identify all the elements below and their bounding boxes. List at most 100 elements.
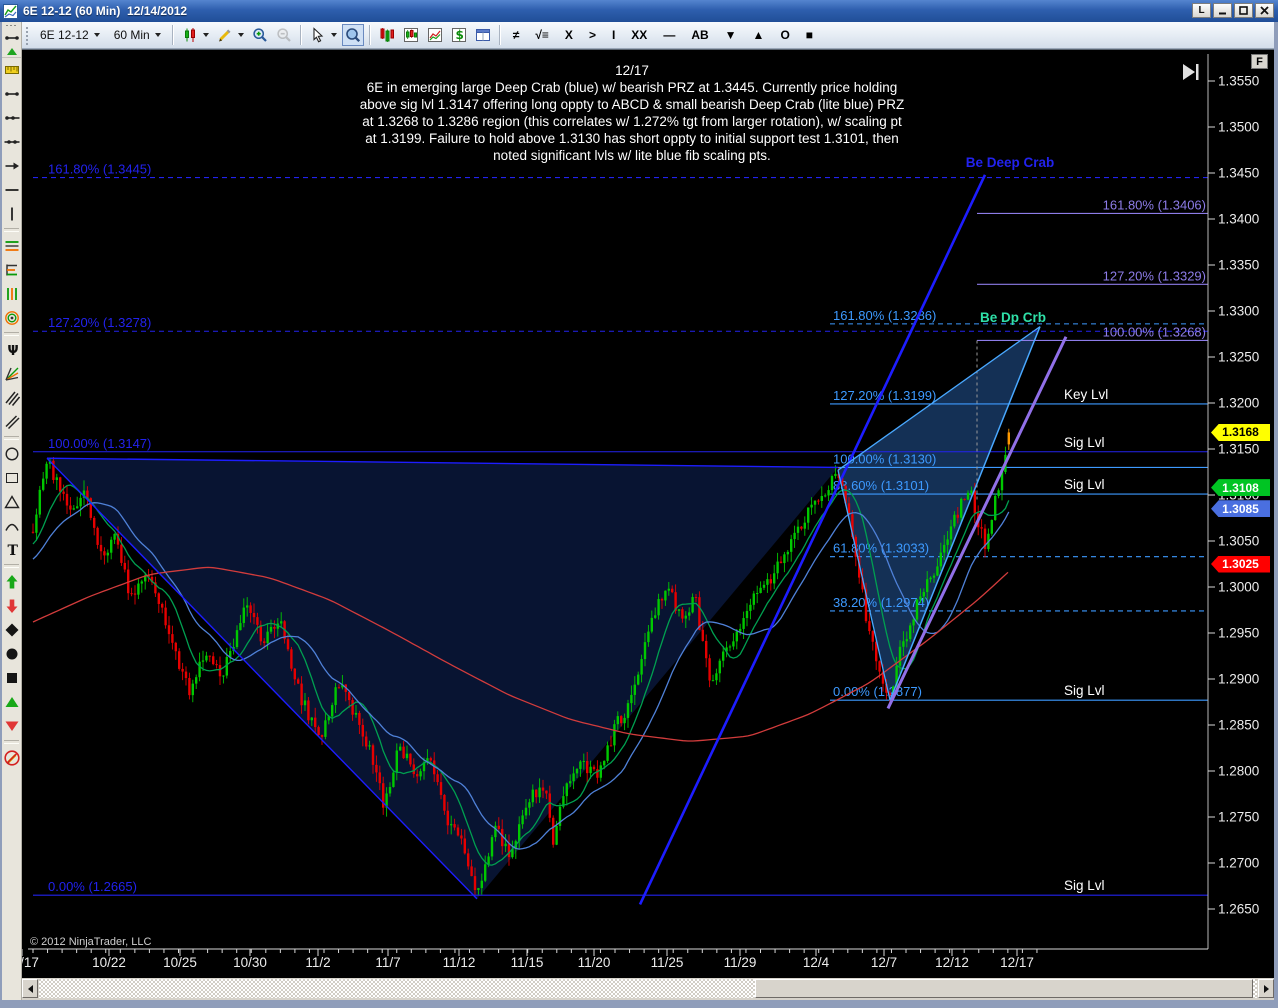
toolbar-separator bbox=[369, 25, 371, 45]
pattern-tool-button-11[interactable]: O bbox=[780, 28, 789, 42]
cursor-button[interactable] bbox=[307, 24, 340, 46]
pattern-tool-button-8[interactable]: AB bbox=[691, 28, 708, 42]
scrollbar-thumb[interactable] bbox=[755, 979, 1253, 998]
candle-body bbox=[814, 501, 816, 505]
pattern-tool-button-6[interactable]: XX bbox=[631, 28, 647, 42]
toolbox-scroll-up-icon[interactable] bbox=[7, 48, 17, 55]
candle-body bbox=[912, 620, 914, 626]
arrow-down-marker-tool[interactable] bbox=[2, 594, 21, 618]
toolbar-grip[interactable] bbox=[24, 25, 29, 45]
text-tool[interactable]: T bbox=[2, 538, 21, 562]
extended-line-tool[interactable] bbox=[2, 130, 21, 154]
candle-body bbox=[212, 656, 214, 664]
time-axis-label: 12/12 bbox=[935, 955, 969, 970]
crosshair-button[interactable] bbox=[342, 24, 364, 46]
candle-body bbox=[800, 527, 802, 529]
title-bar[interactable]: 6E 12-12 (60 Min) 12/14/2012 L bbox=[0, 0, 1278, 22]
remove-drawing-tool[interactable] bbox=[2, 746, 21, 770]
zoom-out-button[interactable] bbox=[273, 24, 295, 46]
candle-body bbox=[804, 523, 806, 529]
scroll-right-button[interactable] bbox=[1258, 979, 1274, 998]
regression-channel-tool[interactable] bbox=[2, 386, 21, 410]
text-icon: T bbox=[4, 542, 20, 558]
chart-region[interactable]: 161.80% (1.3445)127.20% (1.3278)100.00% … bbox=[22, 49, 1274, 979]
diamond-marker-tool[interactable] bbox=[2, 618, 21, 642]
triangle-up-icon bbox=[4, 694, 20, 710]
horizontal-scrollbar[interactable] bbox=[22, 978, 1274, 1000]
rectangle-icon bbox=[4, 470, 20, 486]
ray-tool[interactable] bbox=[2, 106, 21, 130]
pattern-tool-button-3[interactable]: X bbox=[565, 28, 573, 42]
candle-body bbox=[919, 596, 921, 599]
close-button[interactable] bbox=[1255, 3, 1274, 18]
triangle-down-marker-tool[interactable] bbox=[2, 714, 21, 738]
candle-body bbox=[253, 613, 255, 617]
triangle-up-marker-tool[interactable] bbox=[2, 690, 21, 714]
account-data-button[interactable]: $ bbox=[448, 24, 470, 46]
pattern-tool-button-7[interactable]: — bbox=[663, 28, 675, 42]
candle-body bbox=[260, 625, 262, 642]
scroll-left-button[interactable] bbox=[22, 979, 38, 998]
fibonacci-time-tool[interactable] bbox=[2, 282, 21, 306]
candle-body bbox=[110, 540, 112, 553]
fibonacci-circle-tool[interactable] bbox=[2, 306, 21, 330]
candle-body bbox=[770, 579, 772, 583]
chart-style-button[interactable] bbox=[179, 24, 212, 46]
candle-body bbox=[773, 573, 775, 583]
bars-red-green-icon bbox=[379, 27, 395, 43]
candle-body bbox=[586, 761, 588, 773]
triangle-tool[interactable] bbox=[2, 490, 21, 514]
price-chart[interactable]: 161.80% (1.3445)127.20% (1.3278)100.00% … bbox=[22, 50, 1274, 979]
market-analyzer-button[interactable] bbox=[376, 24, 398, 46]
candle-body bbox=[763, 585, 765, 588]
data-panel-button[interactable] bbox=[472, 24, 494, 46]
line-segment-tool[interactable] bbox=[2, 82, 21, 106]
dot-marker-tool[interactable] bbox=[2, 642, 21, 666]
pitchfork-tool[interactable]: Ψ bbox=[2, 338, 21, 362]
active-tool-line-segment[interactable] bbox=[2, 29, 21, 47]
fixed-scale-button[interactable]: F bbox=[1251, 54, 1268, 69]
price-axis-label: 1.3500 bbox=[1218, 120, 1259, 135]
arrow-line-tool[interactable] bbox=[2, 154, 21, 178]
copyright-label: © 2012 NinjaTrader, LLC bbox=[30, 936, 151, 948]
pattern-tool-button-1[interactable]: ≠ bbox=[513, 28, 520, 42]
pattern-tool-button-2[interactable]: √≡ bbox=[535, 28, 549, 42]
candle-body bbox=[753, 594, 755, 605]
annotation-line: at 1.3199. Failure to hold above 1.3130 … bbox=[270, 130, 994, 147]
pattern-tool-button-10[interactable]: ▲ bbox=[753, 28, 765, 42]
arrow-up-marker-tool[interactable] bbox=[2, 570, 21, 594]
candle-body bbox=[640, 659, 642, 675]
rectangle-tool[interactable] bbox=[2, 466, 21, 490]
zoom-in-button[interactable] bbox=[249, 24, 271, 46]
big-deep-crab-fibs-label: 100.00% (1.3147) bbox=[48, 436, 151, 451]
horizontal-line-tool[interactable] bbox=[2, 178, 21, 202]
pattern-tool-button-12[interactable]: ■ bbox=[806, 28, 813, 42]
toolbox-grip[interactable] bbox=[5, 24, 18, 28]
minimize-button[interactable] bbox=[1213, 3, 1232, 18]
candle-body bbox=[926, 579, 928, 592]
pattern-tool-button-9[interactable]: ▼ bbox=[725, 28, 737, 42]
parallel-lines-tool[interactable] bbox=[2, 410, 21, 434]
fibonacci-retracement-tool[interactable] bbox=[2, 234, 21, 258]
fibonacci-extension-tool[interactable] bbox=[2, 258, 21, 282]
time-axis-label: 12/4 bbox=[803, 955, 830, 970]
drawing-tools-button[interactable] bbox=[214, 24, 247, 46]
vertical-line-tool[interactable] bbox=[2, 202, 21, 226]
pattern-tool-button-5[interactable]: I bbox=[612, 28, 615, 42]
pattern-tool-button-4[interactable]: > bbox=[589, 28, 596, 42]
gann-fan-tool[interactable] bbox=[2, 362, 21, 386]
interval-selector[interactable]: 60 Min bbox=[108, 23, 167, 47]
diamond-icon bbox=[4, 622, 20, 638]
chart-trader-button[interactable] bbox=[400, 24, 422, 46]
candle-body bbox=[317, 727, 319, 735]
square-marker-tool[interactable] bbox=[2, 666, 21, 690]
arc-tool[interactable] bbox=[2, 514, 21, 538]
candle-body bbox=[834, 474, 836, 476]
toolbox-separator bbox=[4, 564, 19, 568]
ellipse-tool[interactable] bbox=[2, 442, 21, 466]
link-button[interactable]: L bbox=[1192, 3, 1211, 18]
indicators-button[interactable] bbox=[424, 24, 446, 46]
maximize-button[interactable] bbox=[1234, 3, 1253, 18]
instrument-selector[interactable]: 6E 12-12 bbox=[34, 23, 106, 47]
ruler-tool[interactable] bbox=[2, 58, 21, 82]
